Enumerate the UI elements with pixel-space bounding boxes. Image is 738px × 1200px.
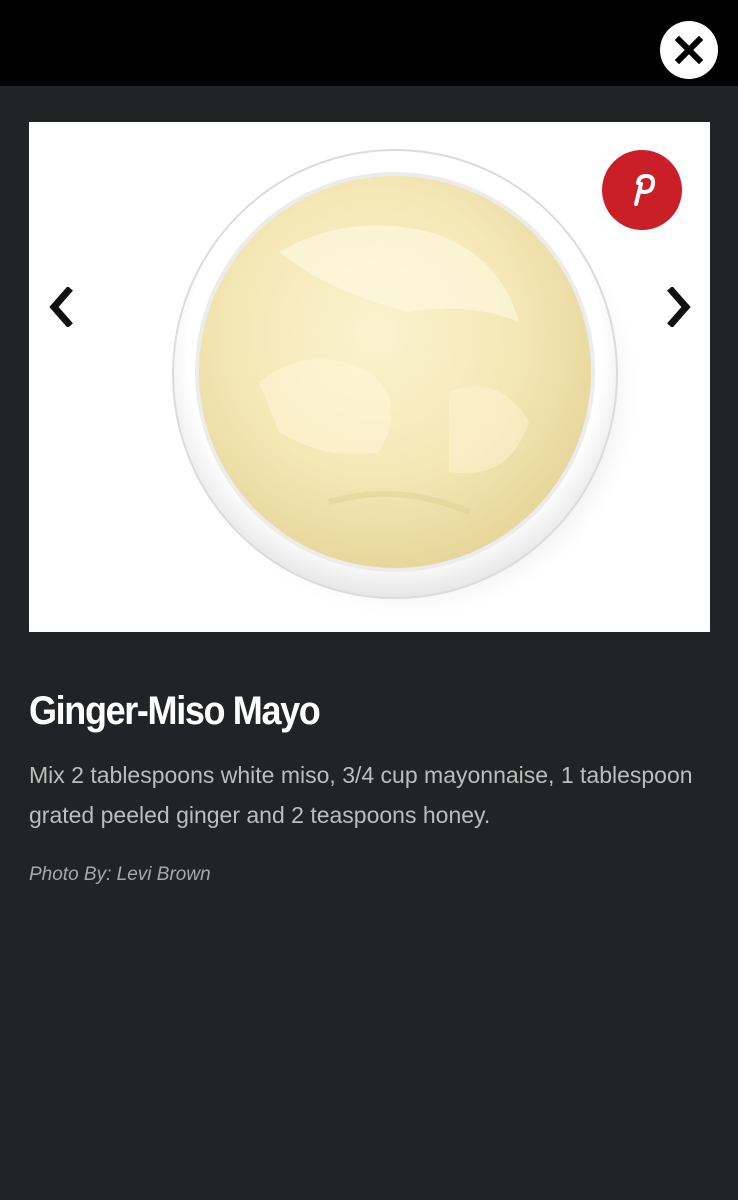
pinterest-icon [634,174,656,206]
slide-description: Mix 2 tablespoons white miso, 3/4 cup ma… [29,762,693,828]
close-button[interactable] [660,21,718,79]
next-slide-button[interactable] [659,282,699,332]
close-x-icon [674,35,704,65]
chevron-left-icon [49,287,73,327]
slide-title: Ginger-Miso Mayo [29,689,321,733]
top-bar [0,0,738,86]
gallery-photo [29,122,710,632]
pinterest-button[interactable] [602,150,682,230]
previous-slide-button[interactable] [41,282,81,332]
chevron-right-icon [667,287,691,327]
photo-credit: Photo By: Levi Brown [29,864,211,885]
